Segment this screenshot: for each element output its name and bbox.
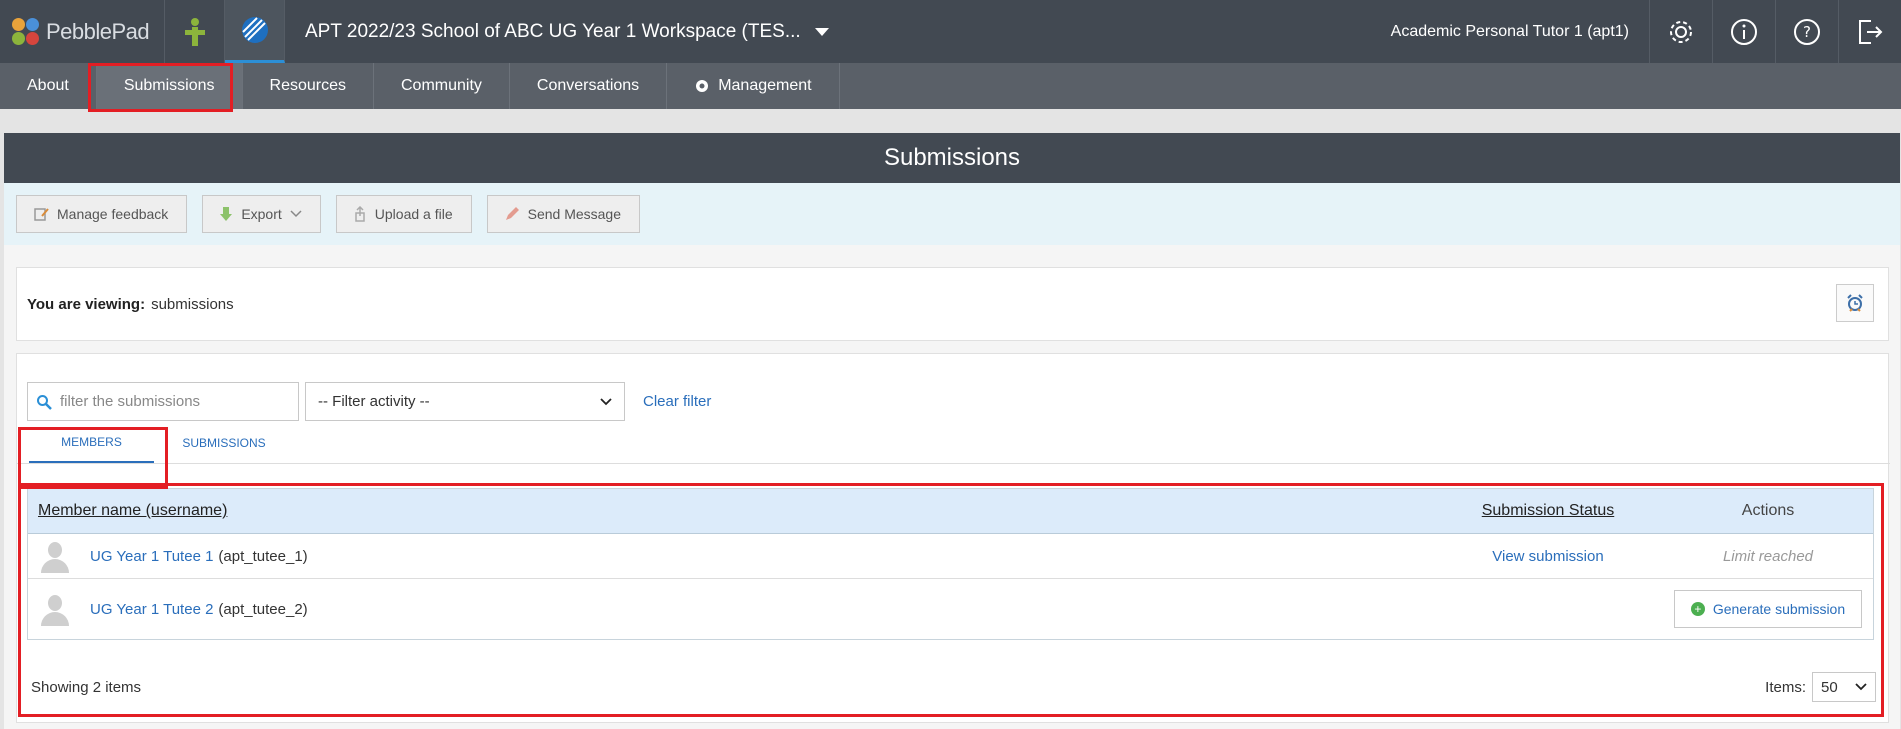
upload-file-label: Upload a file: [374, 206, 453, 222]
send-message-button[interactable]: Send Message: [486, 195, 641, 233]
download-arrow-icon: [220, 207, 233, 221]
feedback-icon: [34, 208, 49, 221]
table-footer: Showing 2 items Items: 50: [31, 672, 1876, 702]
manage-feedback-button[interactable]: Manage feedback: [16, 195, 188, 233]
tab-management[interactable]: Management: [667, 63, 840, 109]
viewing-label: You are viewing:: [27, 295, 146, 313]
svg-text:?: ?: [1803, 23, 1811, 41]
page-title: Submissions: [4, 133, 1900, 183]
help-icon: ?: [1794, 18, 1820, 45]
pebblepad-logo[interactable]: PebblePad: [0, 0, 165, 63]
logout-icon: [1859, 19, 1883, 44]
actions-header: Actions: [1741, 502, 1795, 519]
tab-management-label: Management: [718, 77, 812, 94]
alarm-clock-icon: [1847, 294, 1863, 312]
chevron-down-icon: [290, 210, 302, 218]
view-tabs: MEMBERS SUBMISSIONS: [17, 422, 1890, 464]
user-name[interactable]: Academic Personal Tutor 1 (apt1): [1391, 0, 1649, 63]
manage-feedback-label: Manage feedback: [57, 206, 169, 222]
chevron-down-icon: [1855, 683, 1867, 691]
page-size-select[interactable]: 50: [1812, 672, 1876, 702]
chevron-down-icon: [600, 397, 612, 405]
workspace-selector[interactable]: APT 2022/23 School of ABC UG Year 1 Work…: [285, 0, 1391, 63]
members-table: Member name (username) Submission Status…: [27, 488, 1874, 640]
item-count: Showing 2 items: [31, 678, 142, 696]
tab-conversations[interactable]: Conversations: [510, 63, 668, 109]
viewing-value: submissions: [151, 295, 234, 313]
export-label: Export: [241, 206, 282, 222]
search-input[interactable]: filter the submissions: [27, 382, 299, 421]
caret-down-icon: [814, 27, 829, 36]
generate-submission-button[interactable]: + Generate submission: [1673, 590, 1863, 628]
member-username: (apt_tutee_2): [218, 600, 308, 618]
atlas-button[interactable]: [225, 0, 285, 63]
items-label: Items:: [1765, 678, 1806, 696]
generate-submission-label: Generate submission: [1712, 601, 1846, 617]
atlas-icon: [241, 17, 268, 43]
tab-community[interactable]: Community: [374, 63, 510, 109]
tab-resources[interactable]: Resources: [243, 63, 374, 109]
main-content: Submissions Manage feedback Export Uploa…: [4, 133, 1900, 729]
logout-button[interactable]: [1838, 0, 1901, 63]
pencil-icon: [505, 207, 519, 220]
info-icon: [1731, 18, 1757, 45]
send-message-label: Send Message: [527, 206, 622, 222]
upload-file-button[interactable]: Upload a file: [335, 195, 472, 233]
tab-about[interactable]: About: [0, 63, 97, 109]
tab-members[interactable]: MEMBERS: [29, 422, 154, 463]
workspace-nav: About Submissions Resources Community Co…: [0, 63, 1901, 109]
gear-icon: [696, 80, 709, 92]
viewing-bar: You are viewing: submissions: [16, 267, 1889, 341]
member-username: (apt_tutee_1): [218, 547, 308, 565]
tab-submissions[interactable]: Submissions: [96, 63, 243, 109]
table-header: Member name (username) Submission Status…: [28, 489, 1873, 534]
view-submission-link[interactable]: View submission: [1433, 548, 1663, 565]
limit-reached-text: Limit reached: [1722, 547, 1814, 565]
table-row: UG Year 1 Tutee 2 (apt_tutee_2) + Genera…: [28, 579, 1873, 639]
sort-member-name[interactable]: Member name (username): [28, 502, 1433, 520]
sort-submission-status[interactable]: Submission Status: [1433, 502, 1663, 520]
top-bar: PebblePad APT 2022/23 School of ABC UG Y…: [0, 0, 1901, 63]
export-button[interactable]: Export: [202, 195, 321, 233]
page-size-value: 50: [1821, 678, 1838, 696]
plus-circle-icon: +: [1690, 602, 1705, 616]
page-size-control: Items: 50: [1765, 672, 1876, 702]
pebblepad-logo-icon: [12, 17, 40, 46]
settings-button[interactable]: [1649, 0, 1712, 63]
brand-name: PebblePad: [46, 18, 150, 44]
gear-icon: [1670, 20, 1692, 43]
member-name-link[interactable]: UG Year 1 Tutee 2: [90, 601, 213, 618]
activity-filter-select[interactable]: -- Filter activity --: [305, 382, 625, 421]
submissions-panel: filter the submissions -- Filter activit…: [16, 353, 1890, 723]
pebble-person-button[interactable]: [165, 0, 225, 63]
help-button[interactable]: ?: [1775, 0, 1838, 63]
avatar: [38, 592, 72, 626]
search-icon: [37, 394, 52, 410]
info-button[interactable]: [1712, 0, 1775, 63]
person-icon: [184, 17, 205, 46]
alarm-clock-button[interactable]: [1836, 284, 1874, 322]
table-row: UG Year 1 Tutee 1 (apt_tutee_1) View sub…: [28, 534, 1873, 579]
clear-filter-link[interactable]: Clear filter: [643, 393, 711, 410]
activity-filter-value: -- Filter activity --: [318, 393, 430, 410]
tab-submissions-list[interactable]: SUBMISSIONS: [159, 422, 289, 463]
search-placeholder: filter the submissions: [60, 393, 201, 410]
upload-icon: [355, 206, 365, 222]
workspace-title: APT 2022/23 School of ABC UG Year 1 Work…: [305, 20, 801, 42]
member-name-link[interactable]: UG Year 1 Tutee 1: [90, 548, 213, 565]
avatar: [38, 539, 72, 573]
filter-row: filter the submissions -- Filter activit…: [27, 382, 711, 421]
submissions-toolbar: Manage feedback Export Upload a file Sen…: [4, 183, 1900, 245]
